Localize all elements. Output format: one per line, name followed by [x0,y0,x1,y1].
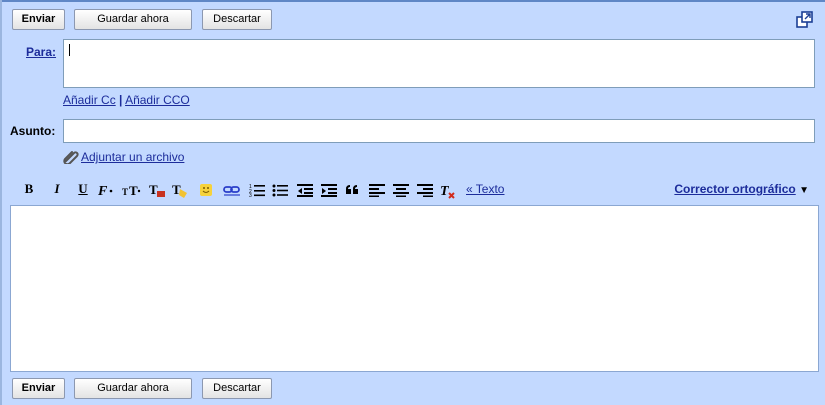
text-caret [69,44,70,56]
add-cc-link[interactable]: Añadir Cc [63,93,116,107]
cc-bcc-links: Añadir Cc | Añadir CCO [63,93,190,107]
spellcheck-link[interactable]: Corrector ortográfico [674,182,795,196]
popout-icon[interactable] [796,11,814,29]
attach-file-link[interactable]: Adjuntar un archivo [81,150,184,164]
compose-window: Enviar Guardar ahora Descartar Para: Aña… [0,0,825,405]
indent-more-icon[interactable] [321,183,337,197]
text-color-icon[interactable]: T [149,183,167,199]
plain-text-link[interactable]: « Texto [466,182,504,196]
message-body-editor[interactable] [10,205,819,372]
highlight-color-icon[interactable]: T [172,183,190,199]
remove-formatting-icon[interactable]: T [440,183,456,199]
spellcheck-menu[interactable]: Corrector ortográfico ▼ [674,182,809,196]
align-center-icon[interactable] [393,183,409,197]
font-size-icon[interactable]: T T [122,183,142,197]
bulleted-list-icon[interactable] [272,183,288,197]
formatting-toolbar: B I U F T T T T 1 2 3 T « Texto Correcto… [12,178,817,200]
svg-text:3: 3 [249,193,252,197]
svg-text:T: T [122,187,128,197]
to-input[interactable] [63,39,815,88]
bold-icon[interactable]: B [22,178,36,200]
top-border [2,0,825,2]
discard-button[interactable]: Descartar [202,9,272,30]
numbered-list-icon[interactable]: 1 2 3 [249,183,265,197]
underline-icon[interactable]: U [76,178,90,200]
align-left-icon[interactable] [369,183,385,197]
emoticon-icon[interactable] [199,183,213,197]
send-button-bottom[interactable]: Enviar [12,378,65,399]
paperclip-icon [63,151,79,164]
subject-label: Asunto: [10,124,56,138]
link-icon[interactable] [223,183,241,197]
subject-input[interactable] [63,119,815,143]
svg-text:T: T [129,183,138,197]
svg-text:F: F [98,184,108,197]
svg-text:T: T [440,184,450,199]
svg-text:T: T [149,183,158,197]
save-now-button[interactable]: Guardar ahora [74,9,192,30]
indent-less-icon[interactable] [297,183,313,197]
chevron-down-icon: ▼ [799,185,809,196]
save-now-button-bottom[interactable]: Guardar ahora [74,378,192,399]
discard-button-bottom[interactable]: Descartar [202,378,272,399]
quote-icon[interactable] [345,183,359,197]
add-bcc-link[interactable]: Añadir CCO [125,93,190,107]
cc-separator: | [119,93,123,107]
send-button[interactable]: Enviar [12,9,65,30]
font-icon[interactable]: F [98,183,116,197]
align-right-icon[interactable] [417,183,433,197]
to-label[interactable]: Para: [26,45,56,59]
italic-icon[interactable]: I [50,178,64,200]
